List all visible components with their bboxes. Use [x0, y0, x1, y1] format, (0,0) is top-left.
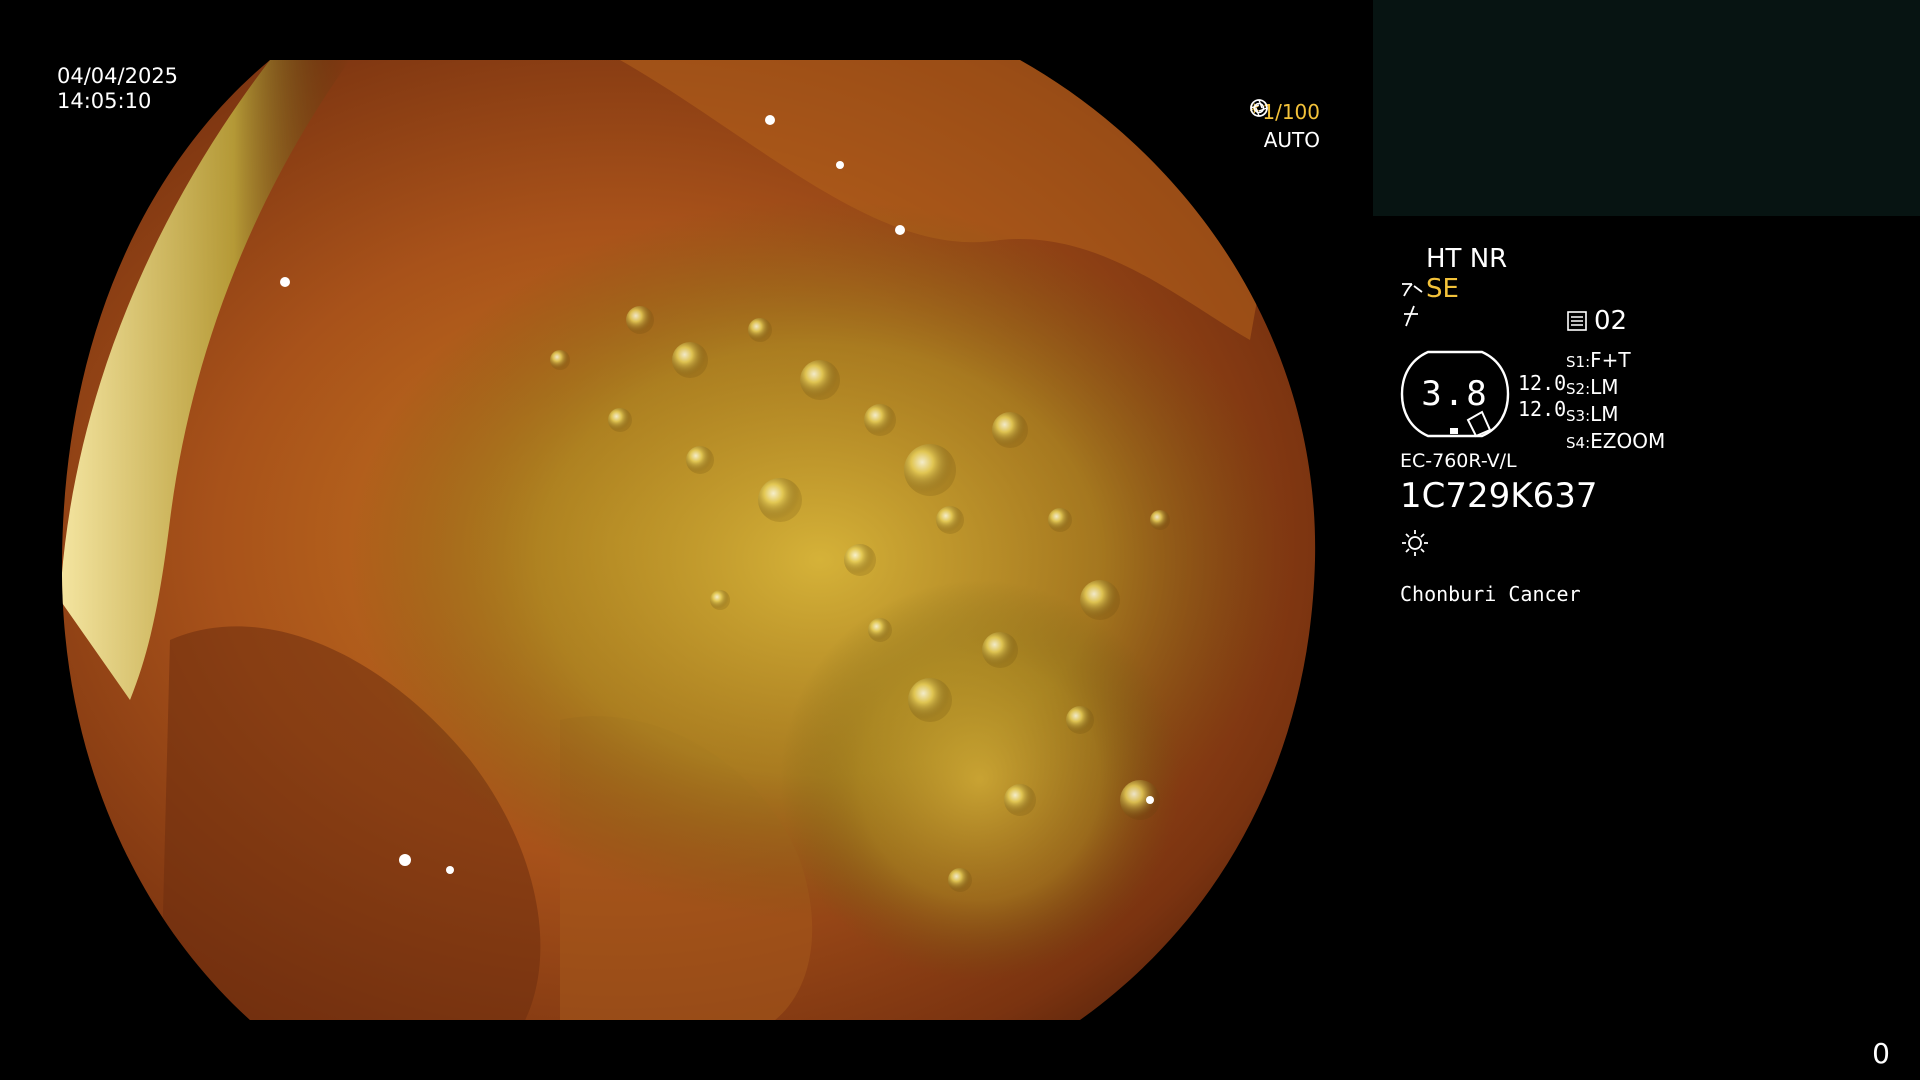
- mode-item: S2:LM: [1566, 375, 1619, 399]
- time-text: 14:05:10: [57, 89, 152, 113]
- date-text: 04/04/2025: [57, 64, 179, 88]
- mode-item: S3:LM: [1566, 402, 1619, 426]
- zoom-line-1: 12.0: [1518, 371, 1567, 395]
- page-number: 0: [1872, 1037, 1890, 1070]
- sharpness-icon: [1404, 305, 1418, 327]
- zoom-sub-values: 12.0 12.0: [1518, 370, 1566, 422]
- auto-row: AUTO: [1249, 99, 1320, 154]
- shutter-info: * 1/100 AUTO: [1249, 98, 1320, 154]
- iris-icon: [1250, 99, 1269, 117]
- se-label: SE: [1426, 274, 1459, 304]
- mode-item: S4:EZOOM: [1566, 429, 1666, 453]
- date-time: 04/04/2025 14:05:10: [57, 64, 178, 114]
- memo-icon: [1567, 311, 1587, 331]
- light-row: [1400, 528, 1430, 565]
- sharpness-row: [1400, 304, 1422, 334]
- shutter-value: 1/100: [1262, 100, 1320, 124]
- structure-enhance-icon: [1402, 283, 1423, 297]
- hospital-name: Chonburi Cancer: [1400, 582, 1581, 606]
- zoom-value: 3.8: [1421, 374, 1489, 414]
- mode-item: S1:F+T: [1566, 348, 1631, 372]
- auto-label: AUTO: [1263, 128, 1320, 152]
- scope-model: EC-760R-V/L: [1400, 450, 1517, 472]
- ht-nr-label: HT NR: [1426, 244, 1508, 274]
- scope-serial: 1C729K637: [1400, 476, 1598, 516]
- preset-number: 02: [1594, 306, 1628, 336]
- light-icon: [1402, 530, 1428, 556]
- endoscopic-image: [61, 60, 1316, 1020]
- thumbnail-panel: [1373, 0, 1920, 216]
- zoom-badge: 3.8: [1400, 350, 1510, 438]
- se-row: SE: [1400, 274, 1459, 304]
- mode-list: S1:F+T S2:LM S3:LM S4:EZOOM: [1566, 348, 1665, 456]
- preset-row: 02: [1566, 306, 1627, 336]
- endoscope-view: 04/04/2025 14:05:10 * 1/100 AUTO: [0, 0, 1372, 1080]
- zoom-line-2: 12.0: [1518, 397, 1567, 421]
